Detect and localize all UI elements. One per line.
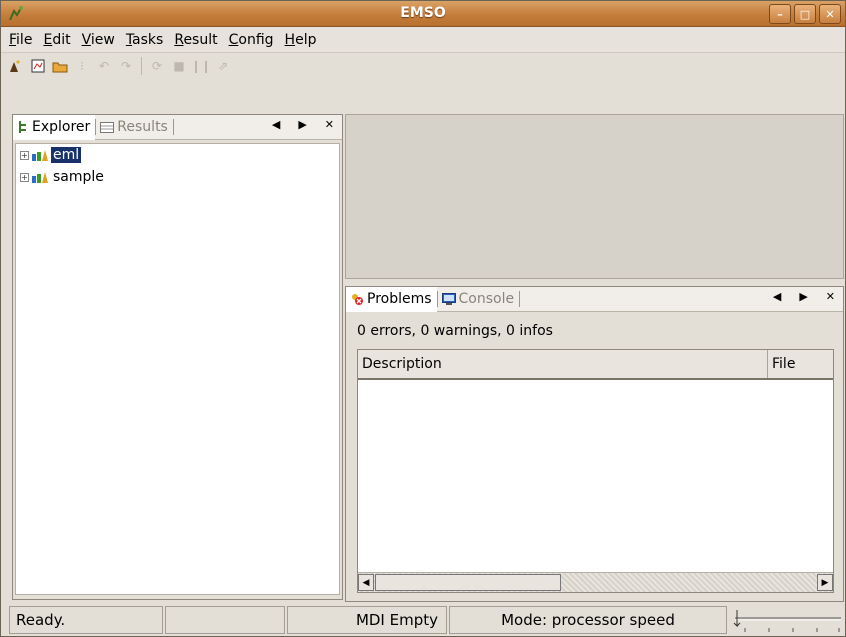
scrollbar-thumb[interactable] — [375, 574, 561, 591]
undo-icon[interactable]: ↶ — [95, 57, 113, 75]
menu-edit[interactable]: Edit — [43, 32, 70, 48]
library-icon — [32, 172, 48, 183]
run-icon[interactable]: ⟳ — [148, 57, 166, 75]
tab-console[interactable]: Console — [438, 287, 520, 312]
tab-divider — [519, 291, 521, 307]
scroll-tabs-left-icon[interactable]: ◀ — [272, 118, 280, 131]
toolbar: ⁝ ↶ ↷ ⟳ ■ ❙❙ ⇗ — [1, 53, 845, 79]
library-icon — [32, 150, 48, 161]
column-header-description[interactable]: Description — [358, 350, 768, 378]
new-file-icon[interactable] — [29, 57, 47, 75]
problems-table: Description File ◀ ▶ — [357, 349, 834, 593]
tree-item-sample[interactable]: + sample — [16, 166, 339, 188]
close-button[interactable]: ✕ — [819, 4, 841, 24]
tree-item-eml[interactable]: + eml — [16, 144, 339, 166]
tree-item-label: sample — [53, 169, 104, 185]
tab-explorer-label: Explorer — [32, 119, 91, 135]
maximize-icon: □ — [799, 7, 811, 21]
horizontal-scrollbar[interactable]: ◀ ▶ — [358, 572, 833, 592]
explorer-panel: Explorer Results ◀ ▶ ✕ + eml + sample — [12, 114, 343, 600]
project-tree[interactable]: + eml + sample — [15, 143, 340, 595]
maximize-button[interactable]: □ — [794, 4, 816, 24]
minimize-icon: – — [777, 7, 783, 21]
new-project-icon[interactable] — [7, 57, 25, 75]
tab-console-label: Console — [458, 291, 515, 307]
close-icon: ✕ — [825, 7, 835, 21]
explorer-tabs: Explorer Results ◀ ▶ ✕ — [13, 114, 342, 140]
scroll-tabs-left-icon[interactable]: ◀ — [773, 290, 781, 303]
menu-tasks[interactable]: Tasks — [126, 32, 164, 48]
open-folder-icon[interactable] — [51, 57, 69, 75]
table-header: Description File — [358, 350, 833, 380]
menu-config[interactable]: Config — [229, 32, 274, 48]
problems-tabs: Problems Console ◀ ▶ ✕ — [346, 286, 843, 312]
resume-icon[interactable]: ⇗ — [214, 57, 232, 75]
tree-icon — [19, 121, 26, 133]
column-header-file[interactable]: File — [768, 350, 833, 378]
slider-track — [733, 610, 841, 632]
status-message: Ready. — [9, 606, 163, 634]
scroll-tabs-right-icon[interactable]: ▶ — [799, 290, 807, 303]
mdi-area — [345, 114, 844, 279]
speed-slider[interactable] — [729, 606, 843, 634]
menu-result[interactable]: Result — [174, 32, 217, 48]
tab-divider — [172, 119, 174, 135]
cut-icon[interactable]: ⁝ — [73, 57, 91, 75]
close-panel-icon[interactable]: ✕ — [826, 290, 835, 303]
menu-file[interactable]: File — [9, 32, 32, 48]
tree-item-label: eml — [51, 147, 82, 163]
tab-results-label: Results — [117, 119, 168, 135]
tab-problems[interactable]: Problems — [346, 286, 437, 312]
scroll-tabs-right-icon[interactable]: ▶ — [298, 118, 306, 131]
redo-icon[interactable]: ↷ — [117, 57, 135, 75]
menu-help[interactable]: Help — [285, 32, 317, 48]
minimize-button[interactable]: – — [769, 4, 791, 24]
status-bar: Ready. MDI Empty Mode: processor speed — [1, 603, 845, 636]
status-mdi: MDI Empty — [287, 606, 447, 634]
problems-panel: Problems Console ◀ ▶ ✕ 0 errors, 0 warni… — [345, 286, 844, 602]
scroll-right-icon[interactable]: ▶ — [817, 574, 833, 591]
status-empty-field — [165, 606, 285, 634]
problems-summary: 0 errors, 0 warnings, 0 infos — [357, 323, 553, 339]
toolbar-separator — [141, 57, 142, 75]
title-bar[interactable]: EMSO – □ ✕ — [1, 1, 845, 27]
window-title: EMSO — [400, 5, 446, 21]
emso-window: EMSO – □ ✕ File Edit View Tasks Result C… — [0, 0, 846, 637]
status-mode: Mode: processor speed — [449, 606, 727, 634]
menu-bar: File Edit View Tasks Result Config Help — [1, 27, 845, 53]
scroll-left-icon[interactable]: ◀ — [358, 574, 374, 591]
stop-icon[interactable]: ■ — [170, 57, 188, 75]
problems-icon — [352, 294, 363, 305]
close-panel-icon[interactable]: ✕ — [325, 118, 334, 131]
pause-icon[interactable]: ❙❙ — [191, 57, 211, 75]
tab-problems-label: Problems — [367, 291, 432, 307]
tab-explorer[interactable]: Explorer — [13, 114, 96, 140]
table-icon — [100, 121, 115, 133]
tab-results[interactable]: Results — [96, 115, 173, 140]
console-icon — [441, 292, 456, 305]
menu-view[interactable]: View — [82, 32, 115, 48]
expand-icon[interactable]: + — [20, 150, 29, 160]
expand-icon[interactable]: + — [20, 172, 29, 182]
